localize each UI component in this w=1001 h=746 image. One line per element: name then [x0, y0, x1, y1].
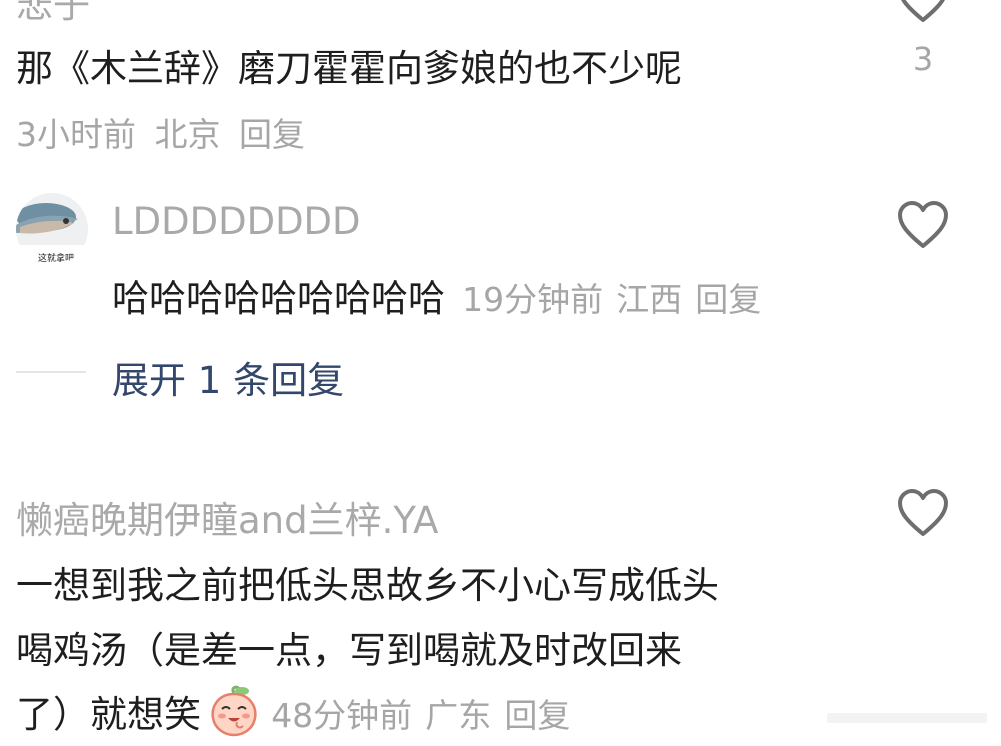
comment-time: 3小时前 [16, 115, 136, 154]
comment-meta: 3小时前 北京 回复 [16, 108, 305, 156]
avatar[interactable]: 这就拿吧 [16, 193, 88, 265]
comment-username[interactable]: 悲子 [16, 0, 90, 28]
comment-text-line: 一想到我之前把低头思故乡不小心写成低头 [16, 564, 719, 607]
reply-button[interactable]: 回复 [239, 115, 305, 154]
heart-outline-icon[interactable] [896, 200, 950, 250]
comment-text-line: 了）就想笑 [16, 693, 201, 736]
thread-divider [16, 371, 86, 373]
comment-location: 广东 [425, 696, 492, 735]
comment-text: 哈哈哈哈哈哈哈哈哈 [112, 277, 445, 320]
comment-time: 19分钟前 [462, 280, 604, 319]
avatar-caption: 这就拿吧 [38, 254, 75, 264]
comment-username[interactable]: 懒癌晚期伊瞳and兰梓.YA [16, 490, 438, 544]
watermark [827, 710, 987, 724]
reply-button[interactable]: 回复 [504, 696, 570, 735]
like-count: 3 [912, 40, 934, 78]
comment-text-line: 喝鸡汤（是差一点，写到喝就及时改回来 [16, 629, 682, 672]
expand-replies-button[interactable]: 展开 1 条回复 [112, 350, 344, 404]
comment-body-last-line: 了）就想笑 48分钟前 广东 回复 [16, 684, 570, 738]
heart-outline-icon[interactable] [896, 488, 950, 538]
comment-body: 哈哈哈哈哈哈哈哈哈 19分钟前 江西 回复 [112, 268, 761, 322]
reply-button[interactable]: 回复 [695, 280, 761, 319]
comment-time: 48分钟前 [271, 696, 413, 735]
comment-username[interactable]: LDDDDDDDD [112, 200, 361, 243]
peach-laugh-emoji [211, 685, 257, 737]
comment-location: 北京 [154, 115, 221, 154]
comment-text: 那《木兰辞》磨刀霍霍向爹娘的也不少呢 [16, 47, 682, 90]
comment-location: 江西 [616, 280, 683, 319]
heart-outline-icon[interactable] [896, 0, 950, 24]
